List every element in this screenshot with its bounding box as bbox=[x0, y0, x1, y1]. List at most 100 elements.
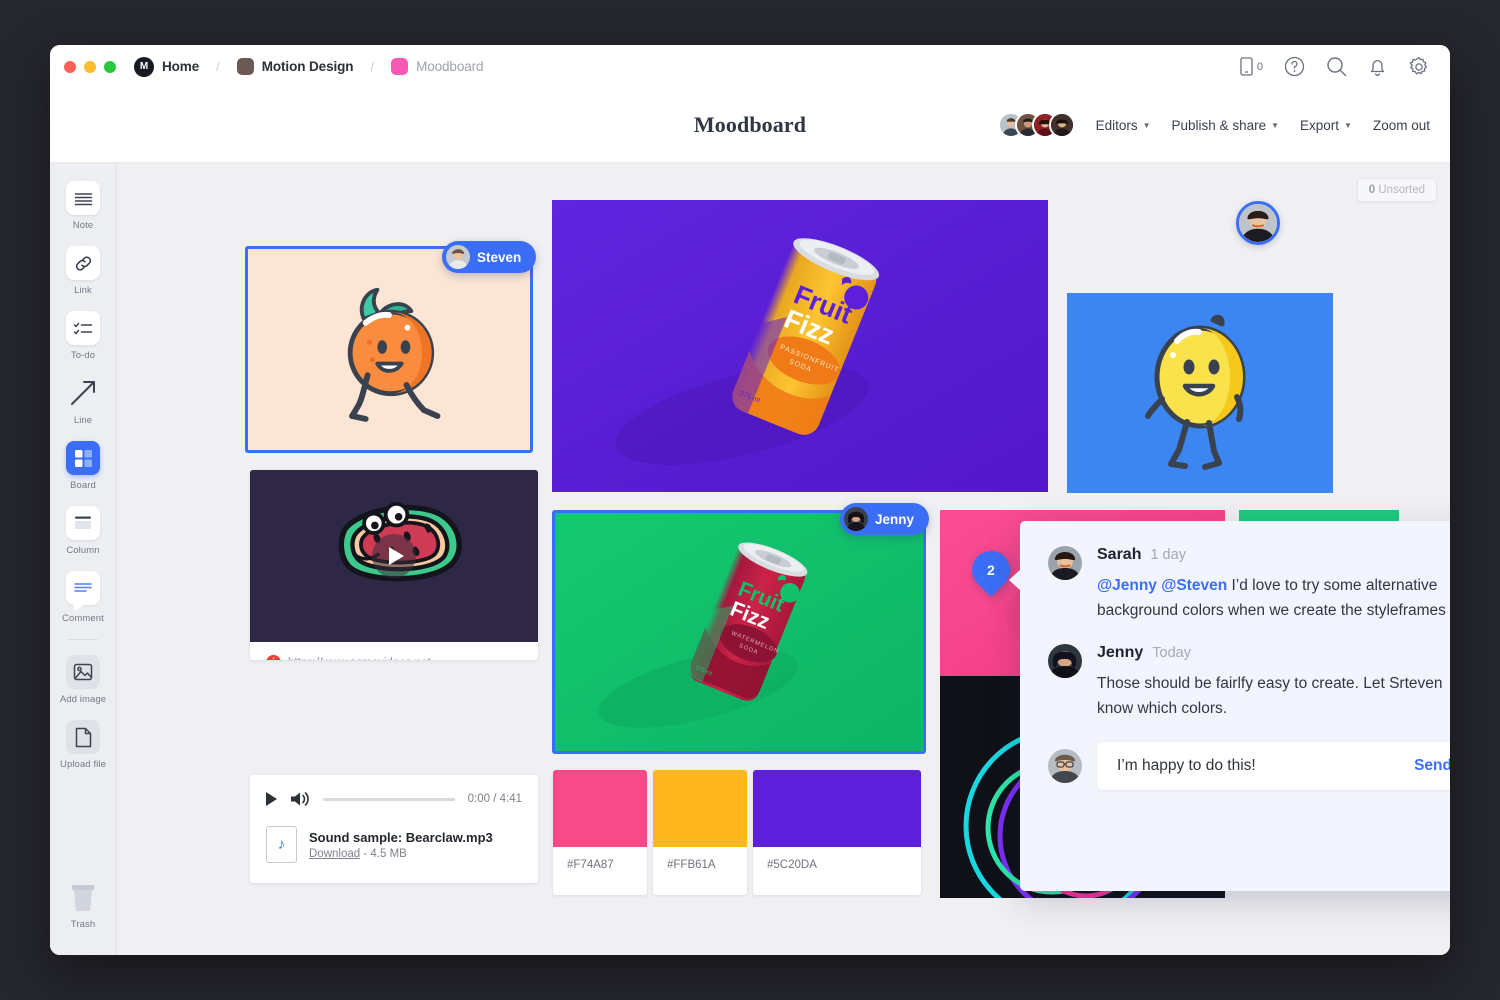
settings-gear-icon[interactable] bbox=[1408, 56, 1430, 78]
help-icon[interactable] bbox=[1284, 56, 1305, 77]
swatch-hex: #F74A87 bbox=[567, 859, 614, 871]
video-url-row[interactable]: i https://www.acmevideos.net bbox=[266, 655, 522, 660]
board-card-video[interactable]: i https://www.acmevideos.net Funny Fruit… bbox=[250, 470, 538, 660]
comment-header: Jenny Today bbox=[1097, 644, 1450, 662]
sidebar-item-upload-file[interactable]: Upload file bbox=[50, 720, 116, 770]
close-window-button[interactable] bbox=[64, 60, 76, 73]
user-tag-label: Jenny bbox=[875, 511, 915, 527]
board-card-blue-lemon[interactable] bbox=[1067, 293, 1333, 493]
info-icon: i bbox=[266, 655, 281, 660]
swatch-card-yellow[interactable]: #FFB61A bbox=[653, 770, 747, 895]
publish-share-label: Publish & share bbox=[1171, 117, 1267, 133]
tool-sidebar: Note Link To-do Line Board Column Commen… bbox=[50, 163, 117, 955]
export-menu[interactable]: Export ▼ bbox=[1300, 118, 1352, 133]
export-label: Export bbox=[1300, 117, 1340, 133]
user-tag-jenny[interactable]: Jenny bbox=[840, 503, 930, 535]
comment-pin-count: 2 bbox=[987, 562, 995, 579]
play-icon[interactable] bbox=[266, 792, 277, 806]
comment-body: Jenny Today Those should be fairlfy easy… bbox=[1097, 644, 1450, 721]
swatch-card-purple[interactable]: #5C20DA bbox=[753, 770, 921, 895]
publish-share-menu[interactable]: Publish & share ▼ bbox=[1172, 118, 1279, 133]
download-link[interactable]: Download bbox=[309, 848, 360, 860]
sidebar-label: To-do bbox=[70, 350, 96, 361]
comment-timestamp: 1 day bbox=[1150, 547, 1186, 563]
audio-file-name: Sound sample: Bearclaw.mp3 bbox=[309, 829, 493, 845]
user-tag-steven[interactable]: Steven bbox=[442, 241, 537, 273]
audio-scrubber[interactable] bbox=[323, 797, 455, 801]
document-header: Moodboard Editors ▼ Publish & share ▼ Ex… bbox=[50, 88, 1450, 163]
purple-can-image: Fruit Fizz PASSIONFRUIT SODA 375 ml bbox=[552, 200, 1048, 492]
avatar bbox=[446, 245, 470, 269]
mobile-preview-icon[interactable]: 0 bbox=[1240, 57, 1263, 76]
board-card-green-can[interactable]: Fruit Fizz WATERMELON SODA 375 ml bbox=[552, 510, 926, 754]
trash-icon bbox=[66, 880, 100, 914]
maximize-window-button[interactable] bbox=[104, 60, 116, 73]
editor-avatars[interactable] bbox=[997, 112, 1075, 138]
board-canvas[interactable]: 0 Unsorted Steven Fruit Fizz PASSIONFRUI… bbox=[117, 163, 1450, 955]
audio-controls: 0:00 / 4:41 bbox=[266, 791, 522, 807]
sidebar-item-line[interactable]: Line bbox=[50, 376, 116, 426]
sidebar-item-note[interactable]: Note bbox=[50, 181, 116, 231]
zoom-out-button[interactable]: Zoom out bbox=[1373, 118, 1430, 133]
breadcrumb-separator-2: / bbox=[370, 59, 375, 74]
play-icon bbox=[372, 534, 416, 578]
comment-reply-input-wrap[interactable]: Send bbox=[1097, 742, 1450, 791]
swatch-hex: #5C20DA bbox=[767, 859, 817, 871]
collaborator-cursor-avatar[interactable] bbox=[1236, 201, 1280, 245]
sidebar-item-add-image[interactable]: Add image bbox=[50, 655, 116, 705]
minimize-window-button[interactable] bbox=[84, 60, 96, 73]
sidebar-item-todo[interactable]: To-do bbox=[50, 311, 116, 361]
chevron-down-icon: ▼ bbox=[1271, 120, 1280, 130]
breadcrumb-separator: / bbox=[216, 59, 220, 74]
sidebar-divider bbox=[68, 639, 98, 640]
breadcrumb-item-home[interactable]: Home bbox=[162, 59, 199, 74]
sidebar-item-link[interactable]: Link bbox=[50, 246, 116, 296]
unsorted-badge[interactable]: 0 Unsorted bbox=[1356, 178, 1437, 202]
line-arrow-icon bbox=[66, 376, 100, 410]
sidebar-label: Line bbox=[73, 415, 93, 426]
video-thumbnail[interactable] bbox=[250, 470, 538, 642]
comment-author: Sarah bbox=[1097, 546, 1142, 563]
green-can-image: Fruit Fizz WATERMELON SODA 375 ml bbox=[555, 513, 923, 751]
comment-mentions[interactable]: @Jenny @Steven bbox=[1097, 577, 1227, 594]
orange-character-image bbox=[248, 249, 530, 450]
app-logo-icon[interactable]: M bbox=[134, 56, 154, 77]
link-icon bbox=[66, 246, 100, 280]
sidebar-label: Add image bbox=[59, 694, 107, 705]
avatar[interactable] bbox=[1048, 112, 1075, 138]
music-file-icon: ♪ bbox=[266, 826, 297, 863]
swatch-hex: #FFB61A bbox=[667, 859, 716, 871]
breadcrumb-item-project[interactable]: Motion Design bbox=[262, 59, 354, 74]
comment-timestamp: Today bbox=[1152, 645, 1191, 662]
comment-reply-input[interactable] bbox=[1117, 757, 1405, 776]
notifications-icon[interactable] bbox=[1368, 56, 1387, 77]
swatch-color bbox=[753, 770, 921, 847]
comment-text: @Jenny @Steven I’d love to try some alte… bbox=[1097, 573, 1450, 623]
comment-message: Jenny Today Those should be fairlfy easy… bbox=[1048, 644, 1450, 721]
unsorted-count: 0 bbox=[1368, 184, 1376, 196]
page-title: Moodboard bbox=[693, 112, 807, 137]
board-card-audio[interactable]: 0:00 / 4:41 ♪ Sound sample: Bearclaw.mp3… bbox=[250, 775, 538, 883]
size-separator: - bbox=[363, 847, 368, 860]
avatar bbox=[844, 507, 868, 531]
board-card-orange-character[interactable] bbox=[245, 246, 533, 453]
search-icon[interactable] bbox=[1326, 56, 1347, 77]
unsorted-label: Unsorted bbox=[1378, 184, 1425, 196]
comment-message: Sarah 1 day @Jenny @Steven I’d love to t… bbox=[1048, 546, 1450, 623]
editors-menu[interactable]: Editors ▼ bbox=[1096, 118, 1151, 133]
project-thumb-icon bbox=[236, 58, 254, 75]
sidebar-item-board[interactable]: Board bbox=[50, 441, 116, 491]
chevron-down-icon: ▼ bbox=[1142, 120, 1151, 130]
sidebar-label: Trash bbox=[70, 919, 96, 930]
sidebar-item-comment[interactable]: Comment bbox=[50, 571, 116, 624]
audio-file-row: ♪ Sound sample: Bearclaw.mp3 Download - … bbox=[266, 826, 522, 863]
mobile-preview-count: 0 bbox=[1256, 60, 1263, 73]
sidebar-item-trash[interactable]: Trash bbox=[50, 880, 116, 930]
sidebar-item-column[interactable]: Column bbox=[50, 506, 116, 556]
breadcrumb-item-current: Moodboard bbox=[416, 59, 484, 74]
send-button[interactable]: Send bbox=[1414, 757, 1450, 775]
video-url: https://www.acmevideos.net bbox=[288, 657, 431, 661]
comment-panel[interactable]: Sarah 1 day @Jenny @Steven I’d love to t… bbox=[1009, 521, 1450, 891]
swatch-card-pink[interactable]: #F74A87 bbox=[553, 770, 647, 895]
board-card-purple-can[interactable]: Fruit Fizz PASSIONFRUIT SODA 375 ml bbox=[552, 200, 1048, 492]
